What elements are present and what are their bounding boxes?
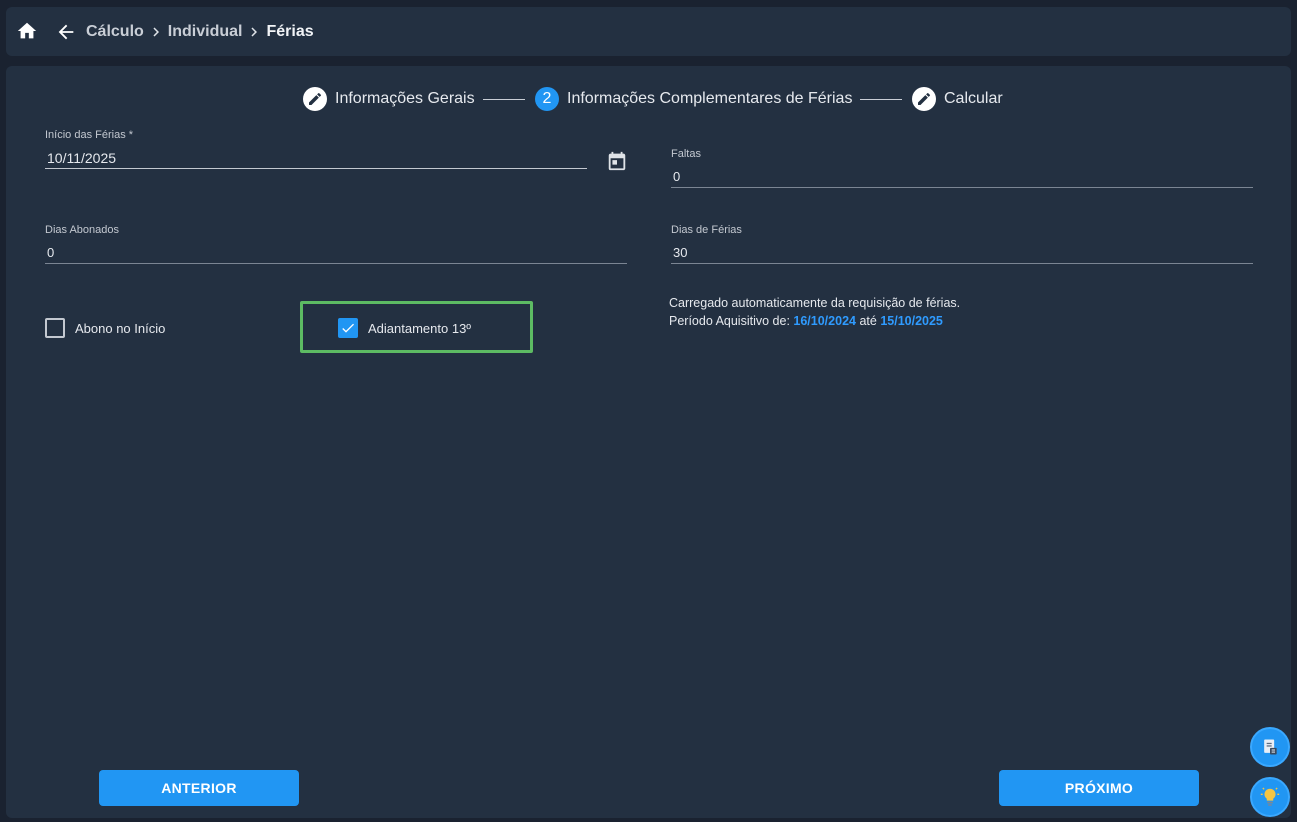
anterior-button[interactable]: ANTERIOR: [99, 770, 299, 806]
field-label: Início das Férias *: [45, 129, 134, 141]
faltas-input[interactable]: [671, 166, 1253, 188]
adiantamento-checkbox[interactable]: [338, 318, 358, 338]
home-icon[interactable]: [16, 20, 38, 42]
pencil-icon: [309, 92, 322, 105]
period-start-date: 16/10/2024: [793, 314, 856, 328]
dias-ferias-input[interactable]: [671, 242, 1253, 264]
abono-inicio-checkbox[interactable]: [45, 318, 65, 338]
chevron-right-icon: [153, 27, 159, 36]
step-label: Informações Gerais: [335, 90, 475, 107]
pencil-icon: [918, 92, 931, 105]
dias-ferias-field: Dias de Férias: [671, 224, 1253, 266]
breadcrumb-ferias: Férias: [266, 22, 314, 40]
main-panel: Informações Gerais 2 Informações Complem…: [6, 66, 1291, 818]
adiantamento-checkbox-row[interactable]: Adiantamento 13º: [338, 318, 471, 338]
lightbulb-fab[interactable]: [1250, 777, 1290, 817]
step-informacoes-gerais[interactable]: Informações Gerais: [303, 84, 475, 114]
breadcrumb-calculo[interactable]: Cálculo: [86, 23, 144, 41]
checkbox-label: Adiantamento 13º: [368, 320, 472, 336]
field-label: Dias de Férias: [671, 224, 742, 236]
lightbulb-icon: [1260, 787, 1280, 806]
calendar-icon[interactable]: [606, 150, 628, 172]
step-label: Calcular: [944, 90, 1003, 107]
inicio-ferias-field: Início das Férias *: [45, 129, 587, 174]
period-separator: até: [859, 314, 877, 328]
checkbox-label: Abono no Início: [75, 320, 166, 336]
field-label: Dias Abonados: [45, 224, 119, 236]
faltas-field: Faltas: [671, 148, 1253, 190]
step-circle: [303, 87, 327, 111]
step-informacoes-complementares[interactable]: 2 Informações Complementares de Férias: [535, 84, 852, 114]
document-icon: [1264, 739, 1277, 755]
step-circle: [912, 87, 936, 111]
document-fab[interactable]: [1250, 727, 1290, 767]
acquisition-period-info: Carregado automaticamente da requisição …: [669, 294, 960, 330]
breadcrumb-individual[interactable]: Individual: [168, 23, 243, 41]
period-prefix: Período Aquisitivo de:: [669, 314, 790, 328]
breadcrumb: Cálculo Individual Férias: [86, 7, 314, 56]
check-icon: [342, 323, 354, 333]
step-label: Informações Complementares de Férias: [567, 90, 853, 107]
field-label: Faltas: [671, 148, 701, 160]
dias-abonados-input[interactable]: [45, 242, 627, 264]
proximo-button[interactable]: PRÓXIMO: [999, 770, 1199, 806]
dias-abonados-field: Dias Abonados: [45, 224, 627, 266]
period-end-date: 15/10/2025: [880, 314, 943, 328]
top-bar: Cálculo Individual Férias: [6, 7, 1291, 56]
inicio-ferias-input[interactable]: [45, 147, 587, 169]
step-connector: [860, 99, 902, 100]
info-line: Carregado automaticamente da requisição …: [669, 296, 961, 310]
step-number-badge: 2: [535, 87, 559, 111]
back-arrow-icon[interactable]: [55, 21, 77, 43]
period-line: Período Aquisitivo de: 16/10/2024 até 15…: [669, 312, 960, 330]
abono-inicio-checkbox-row[interactable]: Abono no Início: [45, 318, 165, 338]
step-connector: [483, 99, 525, 100]
step-calcular[interactable]: Calcular: [912, 84, 1003, 114]
stepper: Informações Gerais 2 Informações Complem…: [6, 84, 1291, 114]
chevron-right-icon: [251, 27, 258, 36]
